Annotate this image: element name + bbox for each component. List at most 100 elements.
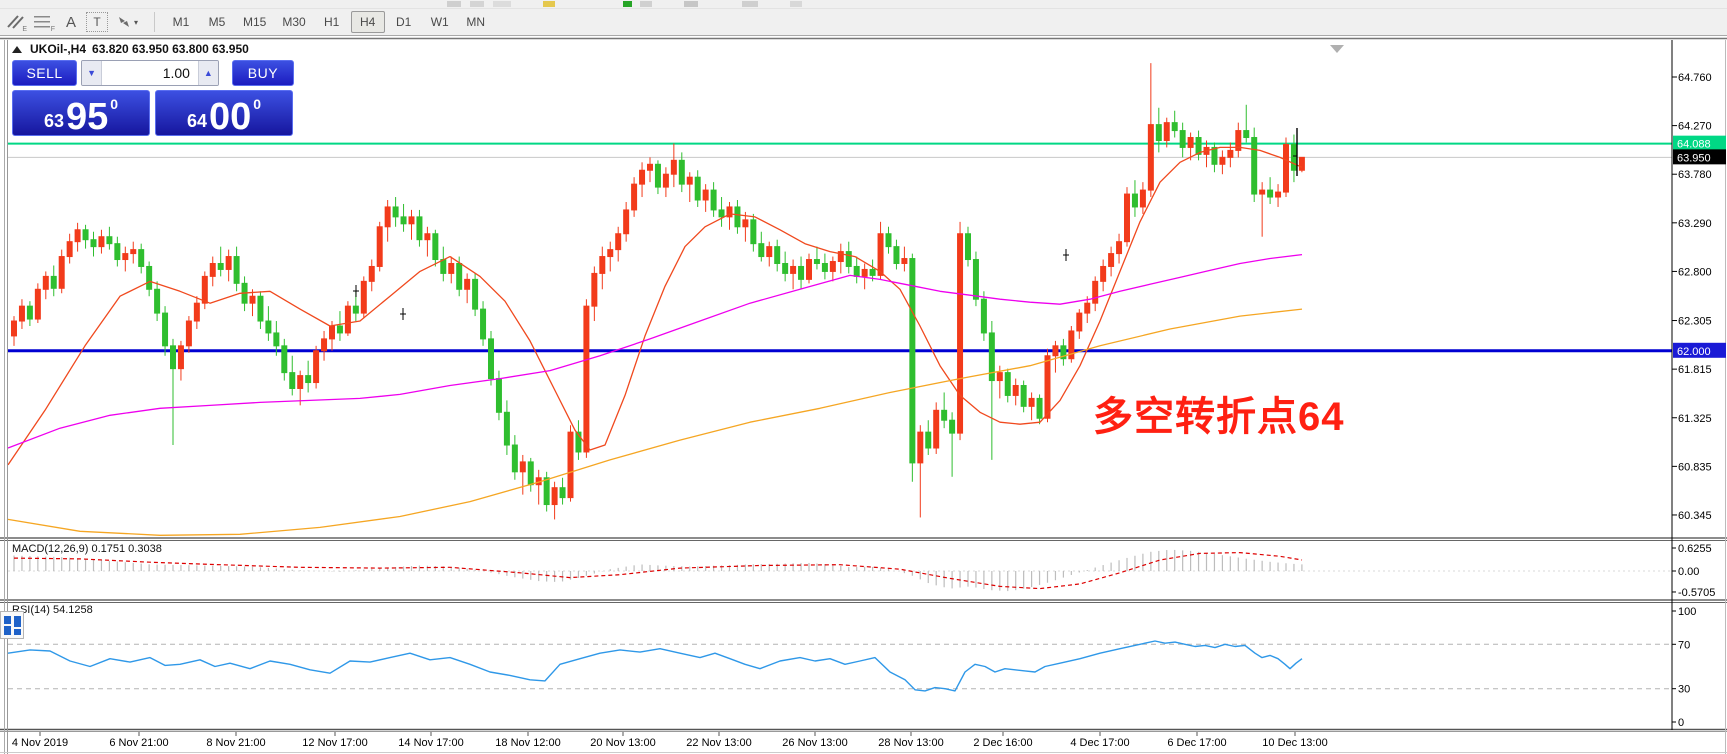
candle-body [1037,398,1042,418]
candle-body [878,234,883,276]
candle-body [719,210,724,217]
chart-shift-marker-icon[interactable] [1330,45,1344,53]
time-tick-label: 22 Nov 13:00 [686,737,751,749]
candle-body [1188,138,1193,148]
candle-body [552,488,557,505]
time-tick-label: 6 Dec 17:00 [1167,737,1226,749]
candle-body [465,279,470,289]
time-tick-label: 18 Nov 12:00 [495,737,560,749]
candle-body [330,326,335,339]
candle-body [568,432,573,497]
candle-body [997,373,1002,381]
tf-m5-button[interactable]: M5 [200,11,234,33]
candle-body [655,164,660,187]
candle-body [1180,131,1185,148]
candle-body [163,313,168,346]
candle-body [767,247,772,257]
candle-body [369,266,374,281]
candle-body [592,273,597,306]
candle-body [830,262,835,272]
candle-body [504,412,509,445]
candle-body [1045,356,1050,418]
candle-body [1164,123,1169,141]
candle-body [1077,313,1082,331]
candle-body [75,230,80,242]
sell-price-display[interactable]: 63 95 0 [12,90,150,136]
tf-d1-button[interactable]: D1 [387,11,421,33]
candle-body [115,244,120,260]
time-tick-label: 26 Nov 13:00 [782,737,847,749]
toolbar-fragment-icon [640,1,652,7]
candle-body [632,184,637,210]
candle-body [19,306,24,321]
buy-price-small: 64 [187,112,207,130]
candle-body [1260,190,1265,194]
tf-mn-button[interactable]: MN [459,11,493,33]
candle-body [409,217,414,224]
toolbar-fragment-icon [470,1,484,7]
tf-m15-button[interactable]: M15 [236,11,273,33]
price-tick-label: 61.325 [1678,413,1712,425]
candle-body [981,299,986,333]
candle-body [1085,303,1090,313]
chart-title: UKOil-,H4 63.820 63.950 63.800 63.950 [12,42,249,56]
buy-price-sup: 0 [253,97,261,111]
candle-body [783,263,788,273]
tf-w1-button[interactable]: W1 [423,11,457,33]
tf-m1-button[interactable]: M1 [164,11,198,33]
candle-body [1268,190,1273,197]
candle-body [950,420,955,433]
candle-body [512,445,517,472]
candle-body [107,237,112,244]
candle-body [1299,157,1304,170]
time-tick-label: 20 Nov 13:00 [590,737,655,749]
candle-body [854,266,859,276]
candle-body [314,351,319,383]
tf-h1-button[interactable]: H1 [315,11,349,33]
price-badge-text: 62.000 [1677,346,1711,358]
candle-body [703,190,708,200]
tf-h4-button[interactable]: H4 [351,11,385,33]
candle-body [862,269,867,276]
sell-button[interactable]: SELL [12,60,77,86]
candle-body [83,230,88,240]
volume-decrease-button[interactable]: ▼ [82,61,102,85]
candle-body [1029,398,1034,406]
buy-price-display[interactable]: 64 00 0 [155,90,293,136]
caret-down-icon: ▼ [87,68,96,78]
candle-body [886,234,891,247]
candle-body [266,321,271,333]
candle-body [751,220,756,244]
grid-icon[interactable]: F [30,11,56,33]
candle-body [902,259,907,264]
draw-crayon-icon[interactable]: E [2,11,28,33]
candle-body [433,234,438,260]
candle-body [1276,192,1281,197]
time-tick-label: 12 Nov 17:00 [302,737,367,749]
tf-m30-button[interactable]: M30 [275,11,312,33]
icon-sub-label: F [51,26,55,33]
volume-input[interactable] [102,61,198,85]
text-box-icon[interactable]: T [86,12,108,32]
candle-body [489,339,494,379]
toolbar-fragment-icon [447,1,461,7]
buy-button[interactable]: BUY [232,60,294,86]
candle-body [481,309,486,339]
candle-body [1291,144,1296,170]
candle-body [250,296,255,303]
candle-body [67,242,72,257]
candle-body [528,462,533,485]
rsi-tick-label: 100 [1678,606,1696,618]
indicator-window-icon[interactable] [0,611,24,639]
text-label-icon[interactable]: A [58,11,84,33]
chart-text-annotation[interactable]: 多空转折点64 [1093,384,1345,442]
cursor-arrows-icon[interactable]: ▾ [110,11,144,33]
candle-body [226,257,231,270]
candle-body [1132,194,1137,207]
candle-body [870,269,875,275]
price-tick-label: 64.270 [1678,121,1712,133]
dropdown-caret-icon: ▾ [134,18,138,27]
sell-price-sup: 0 [110,97,118,111]
candle-body [353,306,358,313]
volume-increase-button[interactable]: ▲ [198,61,218,85]
